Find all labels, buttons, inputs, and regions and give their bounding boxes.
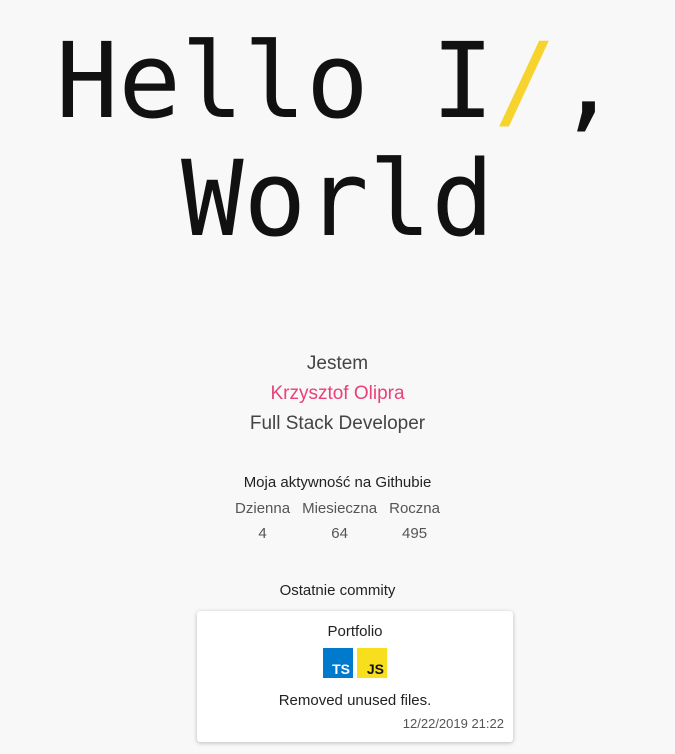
activity-monthly: Miesieczna 64 — [302, 497, 377, 547]
author-name: Krzysztof Olipra — [270, 383, 405, 404]
commit-date: 12/22/2019 21:22 — [402, 716, 504, 731]
hero-heading: Hello I/, World — [0, 22, 675, 258]
typescript-icon: TS — [323, 648, 353, 678]
github-activity-stats: Dzienna 4 Miesieczna 64 Roczna 495 — [0, 497, 675, 547]
javascript-icon: JS — [357, 648, 387, 678]
commit-repo-name: Portfolio — [327, 623, 383, 640]
activity-monthly-label: Miesieczna — [302, 500, 378, 517]
intro-prefix: Jestem — [306, 353, 369, 374]
hero-line-1: Hello I/, — [0, 22, 675, 140]
activity-yearly: Roczna 495 — [389, 497, 440, 547]
commit-language-badges: TS JS — [197, 648, 513, 678]
activity-daily-label: Dzienna — [235, 500, 291, 517]
recent-commits-title: Ostatnie commity — [279, 582, 396, 599]
hero-slash: / — [494, 20, 557, 142]
github-activity-title: Moja aktywność na Githubie — [243, 474, 432, 491]
github-activity: Moja aktywność na Githubie Dzienna 4 Mie… — [0, 472, 675, 547]
activity-monthly-value: 64 — [331, 525, 348, 542]
hero-line-2: World — [180, 138, 495, 260]
commit-card[interactable]: Portfolio TS JS Removed unused files. 12… — [197, 611, 513, 742]
activity-yearly-value: 495 — [402, 525, 428, 542]
hero-hello-text: Hello I — [55, 20, 495, 142]
activity-daily-value: 4 — [258, 525, 267, 542]
author-role: Full Stack Developer — [249, 413, 426, 434]
activity-yearly-label: Roczna — [389, 500, 440, 517]
intro: Jestem Krzysztof Olipra Full Stack Devel… — [0, 349, 675, 439]
activity-daily: Dzienna 4 — [235, 497, 290, 547]
hero-comma: , — [556, 20, 620, 142]
typescript-icon-label: TS — [332, 661, 350, 677]
javascript-icon-label: JS — [366, 661, 384, 677]
commit-message: Removed unused files. — [278, 692, 432, 709]
